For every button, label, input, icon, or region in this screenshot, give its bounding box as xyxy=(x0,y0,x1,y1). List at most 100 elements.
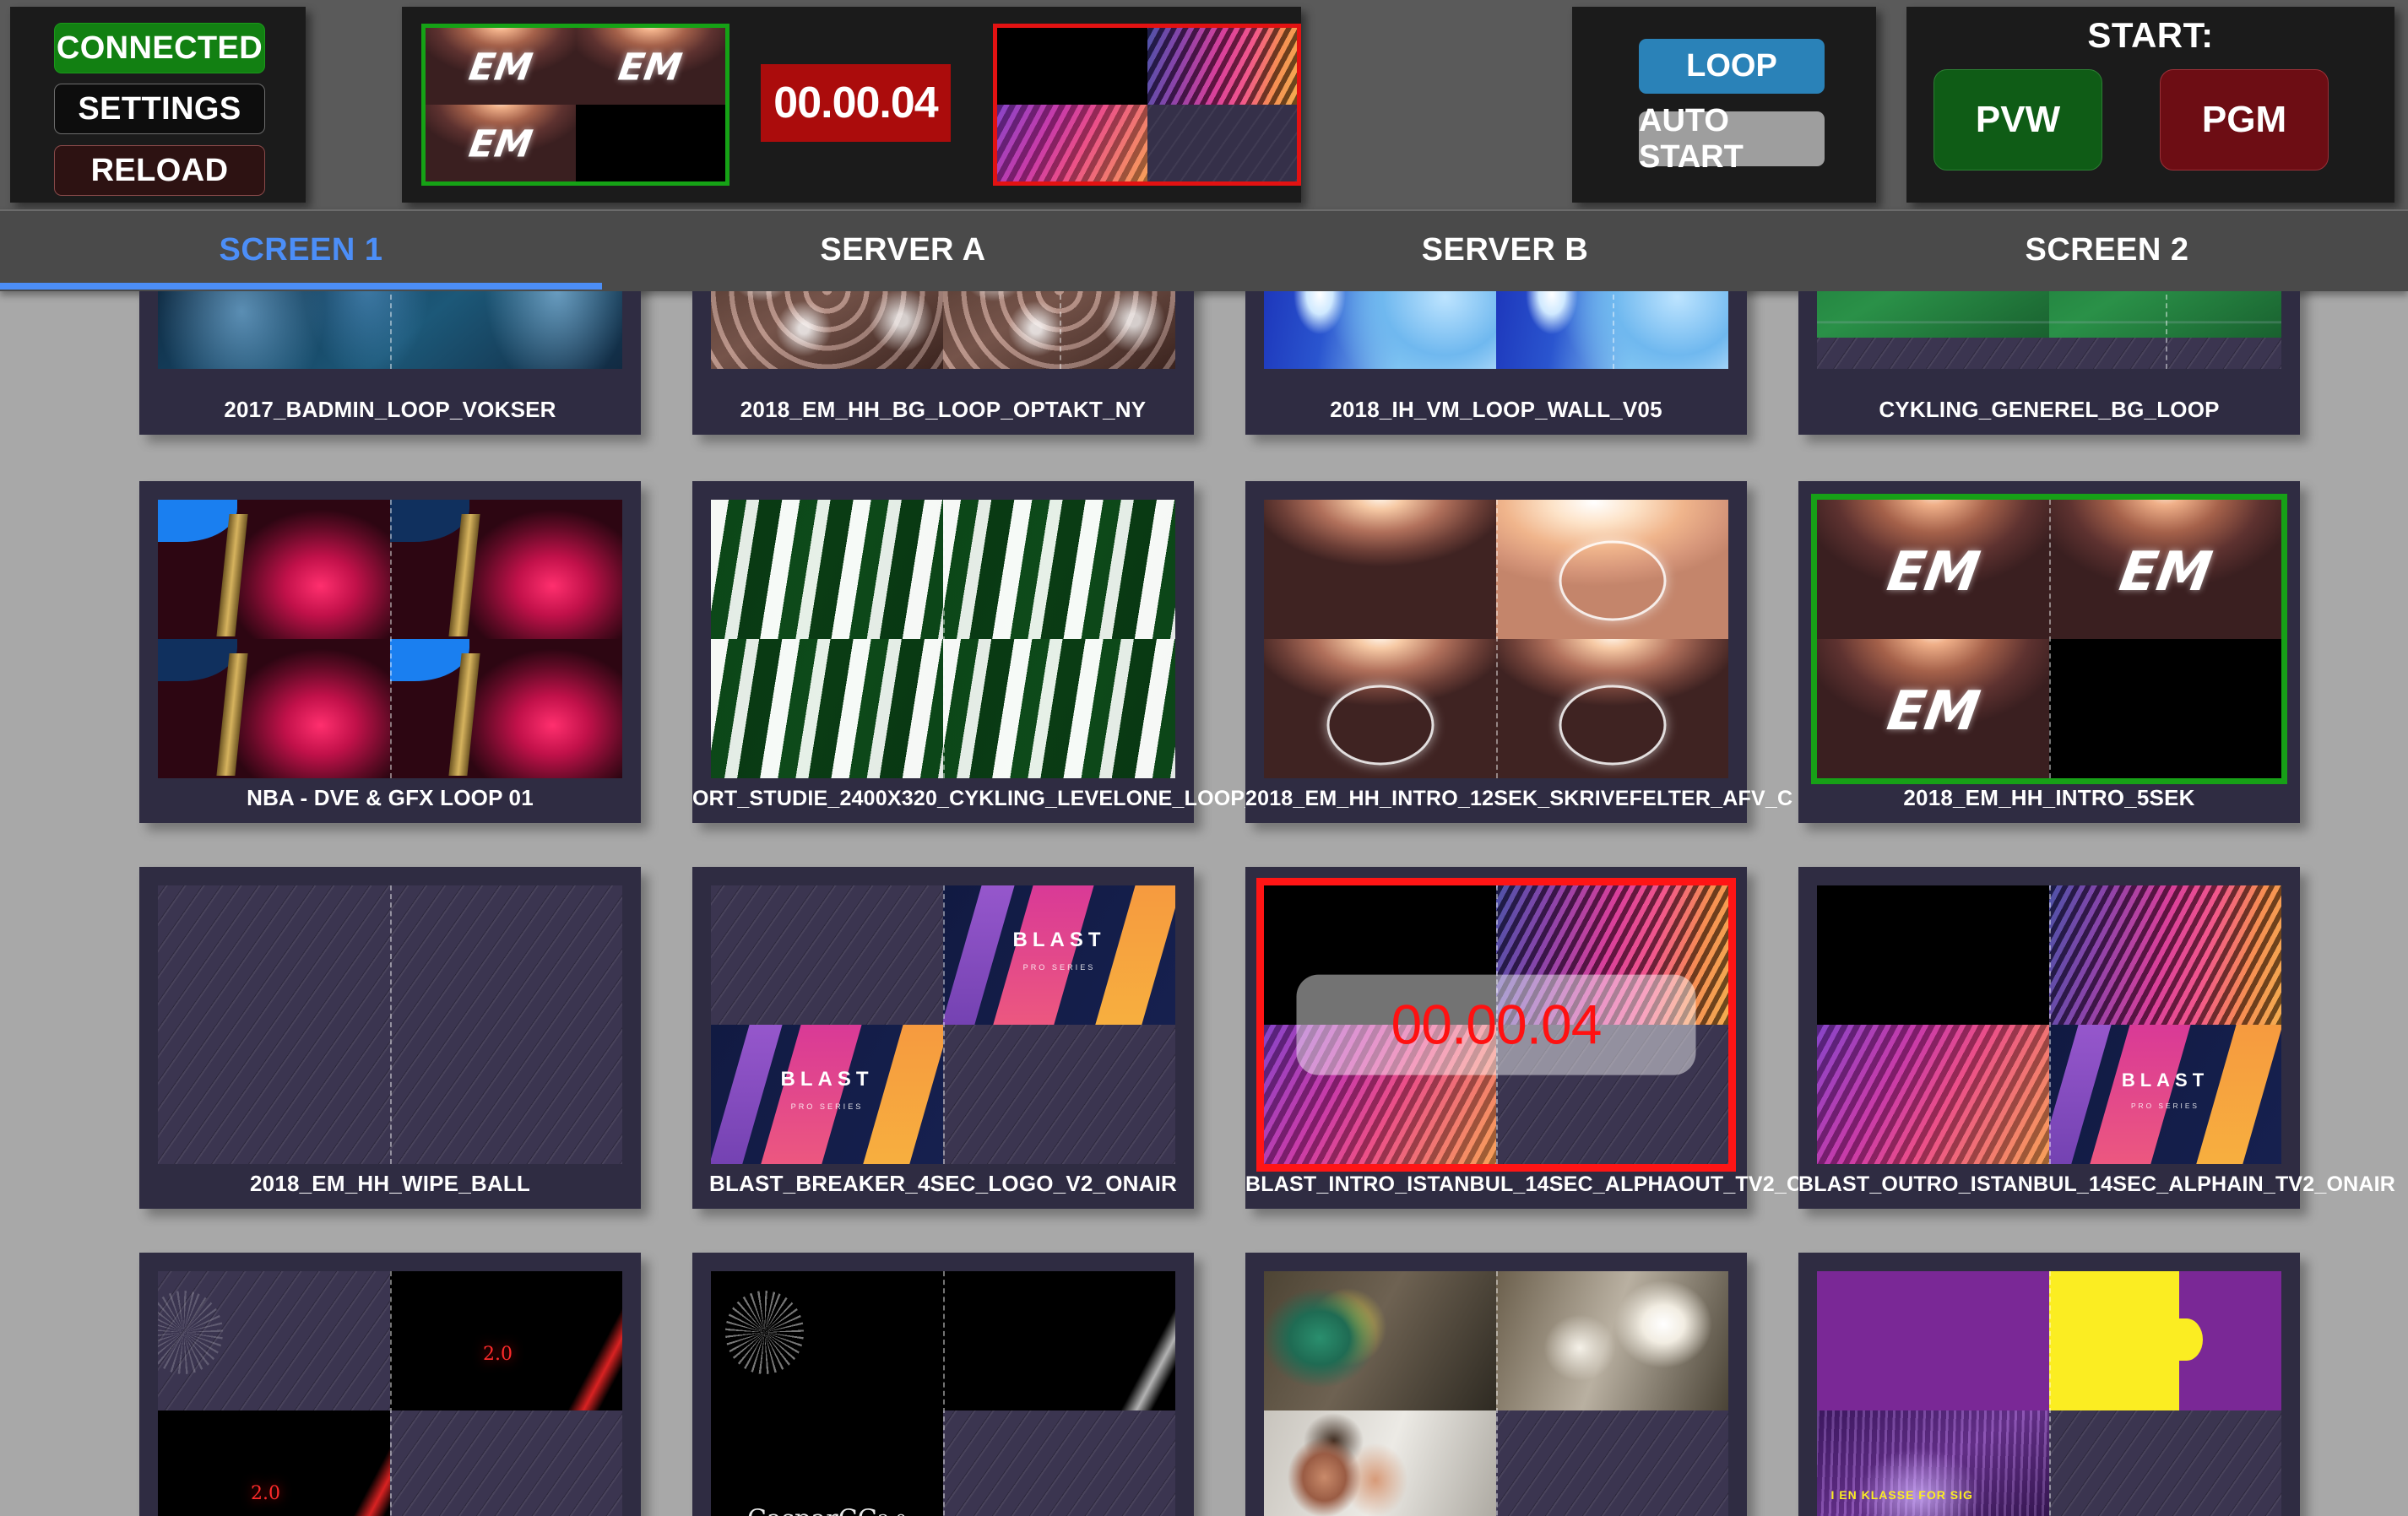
clip-thumbnail xyxy=(158,291,622,369)
clip-thumbnail: 2.0 2.0 xyxy=(158,1271,622,1516)
settings-label: SETTINGS xyxy=(78,91,241,127)
tab-server-a[interactable]: SERVER A xyxy=(602,211,1204,290)
tab-server-b[interactable]: SERVER B xyxy=(1204,211,1806,290)
blast-logo-text: BLAST xyxy=(781,1068,874,1091)
auto-start-button[interactable]: AUTO START xyxy=(1639,111,1825,166)
clip-label: CYKLING_GENEREL_BG_LOOP xyxy=(1798,397,2300,423)
auto-start-label: AUTO START xyxy=(1639,103,1825,176)
monitor-panel: EM EM EM 00.00.04 xyxy=(402,7,1301,203)
em-logo-text: EM xyxy=(1883,541,1983,604)
loop-button[interactable]: LOOP xyxy=(1639,39,1825,94)
clip-label: BLAST_OUTRO_ISTANBUL_14SEC_ALPHAIN_TV2_O… xyxy=(1798,1172,2300,1197)
tab-label: SCREEN 2 xyxy=(2025,232,2188,268)
clip-label: 2018_EM_HH_INTRO_12SEK_SKRIVEFELTER_AFV_… xyxy=(1245,787,1747,811)
preview-monitor[interactable]: EM EM EM xyxy=(421,24,729,186)
clip-card[interactable]: 2018_EM_HH_BG_LOOP_OPTAKT_NY xyxy=(692,291,1194,435)
clip-label: 2018_EM_HH_BG_LOOP_OPTAKT_NY xyxy=(692,397,1194,423)
start-panel: START: PVW PGM xyxy=(1906,7,2394,203)
tab-bar: SCREEN 1 SERVER A SERVER B SCREEN 2 xyxy=(0,209,2408,291)
em-logo-text: EM xyxy=(2115,541,2215,604)
clip-thumbnail xyxy=(158,885,622,1164)
program-thumbnail xyxy=(997,28,1297,181)
connection-panel: CONNECTED SETTINGS RELOAD xyxy=(10,7,306,203)
clip-label: 2017_BADMIN_LOOP_VOKSER xyxy=(139,397,641,423)
settings-button[interactable]: SETTINGS xyxy=(54,84,265,134)
blast-sub-text: PRO SERIES xyxy=(1023,963,1096,972)
em-logo-text: EM xyxy=(616,46,685,89)
clip-grid: 2017_BADMIN_LOOP_VOKSER 2018_EM_HH_BG_LO… xyxy=(0,291,2408,1516)
clip-thumbnail xyxy=(158,500,622,778)
connection-status-button[interactable]: CONNECTED xyxy=(54,23,265,73)
clip-thumbnail: CasparCG2.0 xyxy=(711,1271,1175,1516)
clip-card[interactable]: I EN KLASSE FOR SIG xyxy=(1798,1253,2300,1516)
clip-thumbnail xyxy=(711,291,1175,369)
clip-card[interactable]: ORT_STUDIE_2400X320_CYKLING_LEVELONE_LOO… xyxy=(692,481,1194,823)
caspar-logo-word: CasparCG xyxy=(747,1504,878,1516)
start-panel-title: START: xyxy=(1906,15,2394,56)
clip-card[interactable]: NBA - DVE & GFX LOOP 01 xyxy=(139,481,641,823)
blast-sub-text: PRO SERIES xyxy=(791,1102,864,1111)
clip-timecode-value: 00.00.04 xyxy=(1391,993,1602,1057)
clip-card[interactable]: BLAST PRO SERIES BLAST_OUTRO_ISTANBUL_14S… xyxy=(1798,867,2300,1209)
caspar-version-text: 2.0 xyxy=(251,1483,280,1504)
em-logo-text: EM xyxy=(1883,680,1983,743)
loop-label: LOOP xyxy=(1686,48,1777,84)
clip-thumbnail: BLAST PRO SERIES BLAST PRO SERIES xyxy=(711,885,1175,1164)
clip-thumbnail xyxy=(1264,1271,1728,1516)
clip-card[interactable]: 2018_EM_HH_WIPE_BALL xyxy=(139,867,641,1209)
header-timecode-value: 00.00.04 xyxy=(773,78,937,128)
header-timecode: 00.00.04 xyxy=(761,64,951,142)
clip-card[interactable]: 2018_IH_VM_LOOP_WALL_V05 xyxy=(1245,291,1747,435)
clip-card[interactable]: BLAST PRO SERIES BLAST PRO SERIES BLAST_BR… xyxy=(692,867,1194,1209)
reload-label: RELOAD xyxy=(91,153,229,189)
clip-card[interactable]: 2017_BADMIN_LOOP_VOKSER xyxy=(139,291,641,435)
clip-thumbnail xyxy=(1817,291,2281,369)
start-pgm-label: PGM xyxy=(2202,99,2286,141)
transport-panel: LOOP AUTO START xyxy=(1572,7,1876,203)
clip-label: NBA - DVE & GFX LOOP 01 xyxy=(139,785,641,811)
start-pgm-button[interactable]: PGM xyxy=(2160,69,2329,171)
caspar-logo-version: 2.0 xyxy=(878,1511,907,1516)
clip-label: BLAST_BREAKER_4SEC_LOGO_V2_ONAIR xyxy=(692,1171,1194,1197)
top-bar: CONNECTED SETTINGS RELOAD EM EM EM 00.00… xyxy=(0,0,2408,209)
blast-sub-text: PRO SERIES xyxy=(2131,1102,2199,1110)
em-logo-text: EM xyxy=(466,46,535,89)
clip-thumbnail: BLAST PRO SERIES xyxy=(1817,885,2281,1164)
clip-label: 2018_EM_HH_WIPE_BALL xyxy=(139,1171,641,1197)
em-logo-text: EM xyxy=(466,123,535,166)
tab-screen-2[interactable]: SCREEN 2 xyxy=(1806,211,2408,290)
tab-active-indicator xyxy=(0,283,602,290)
clip-thumbnail xyxy=(1264,291,1728,369)
clip-label: BLAST_INTRO_ISTANBUL_14SEC_ALPHAOUT_TV2_… xyxy=(1245,1172,1747,1197)
tab-label: SERVER B xyxy=(1422,232,1589,268)
reload-button[interactable]: RELOAD xyxy=(54,145,265,196)
clip-label: 2018_IH_VM_LOOP_WALL_V05 xyxy=(1245,397,1747,423)
clip-card[interactable]: CasparCG2.0 xyxy=(692,1253,1194,1516)
blast-logo-text: BLAST xyxy=(2122,1069,2209,1091)
clip-thumbnail: EM EM EM xyxy=(1817,500,2281,778)
clip-label: ORT_STUDIE_2400X320_CYKLING_LEVELONE_LOO… xyxy=(692,787,1194,811)
tab-label: SERVER A xyxy=(820,232,985,268)
start-pvw-button[interactable]: PVW xyxy=(1933,69,2102,171)
clip-thumbnail: 00.00.04 xyxy=(1264,885,1728,1164)
connection-status-label: CONNECTED xyxy=(57,30,263,67)
start-pvw-label: PVW xyxy=(1976,99,2060,141)
blast-logo-text: BLAST xyxy=(1013,929,1106,951)
tab-screen-1[interactable]: SCREEN 1 xyxy=(0,211,602,290)
clip-card[interactable]: CYKLING_GENEREL_BG_LOOP xyxy=(1798,291,2300,435)
crowd-caption-text: I EN KLASSE FOR SIG xyxy=(1831,1488,1973,1502)
clip-card[interactable] xyxy=(1245,1253,1747,1516)
clip-timecode-overlay: 00.00.04 xyxy=(1297,975,1696,1075)
clip-card-preview-selected[interactable]: EM EM EM 2018_EM_HH_INTRO_5SEK xyxy=(1798,481,2300,823)
clip-card[interactable]: 2018_EM_HH_INTRO_12SEK_SKRIVEFELTER_AFV_… xyxy=(1245,481,1747,823)
clip-thumbnail xyxy=(711,500,1175,778)
program-monitor[interactable] xyxy=(993,24,1301,186)
preview-thumbnail: EM EM EM xyxy=(426,28,725,181)
clip-card-playing[interactable]: 00.00.04 BLAST_INTRO_ISTANBUL_14SEC_ALPH… xyxy=(1245,867,1747,1209)
clip-thumbnail xyxy=(1264,500,1728,778)
clip-label: 2018_EM_HH_INTRO_5SEK xyxy=(1798,785,2300,811)
caspar-version-text: 2.0 xyxy=(483,1344,513,1365)
tab-label: SCREEN 1 xyxy=(219,232,382,268)
clip-thumbnail: I EN KLASSE FOR SIG xyxy=(1817,1271,2281,1516)
clip-card[interactable]: 2.0 2.0 xyxy=(139,1253,641,1516)
